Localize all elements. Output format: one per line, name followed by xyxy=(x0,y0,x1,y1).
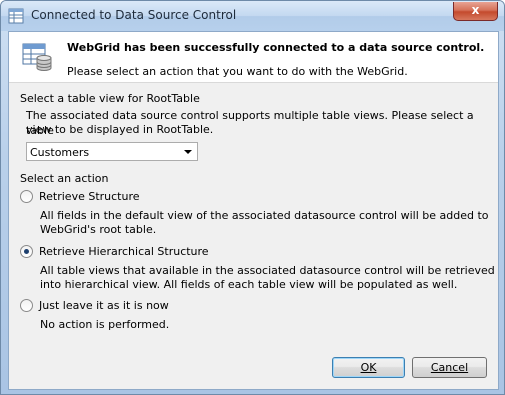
table-view-description-line2: view to be displayed in RootTable. xyxy=(26,123,214,136)
ok-button-label: OK xyxy=(360,361,377,374)
retrieve-structure-desc-line2: WebGrid's root table. xyxy=(40,223,157,236)
table-view-heading: Select a table view for RootTable xyxy=(20,92,200,105)
retrieve-hierarchical-desc-line2: into hierarchical view. All fields of ea… xyxy=(40,278,458,291)
radio-retrieve-hierarchical-structure[interactable] xyxy=(20,245,33,258)
cancel-button[interactable]: Cancel xyxy=(412,357,487,378)
table-view-dropdown[interactable]: Customers xyxy=(26,142,198,161)
radio-label-leave-as-is[interactable]: Just leave it as it is now xyxy=(39,299,169,312)
chevron-down-icon[interactable] xyxy=(184,150,192,154)
dialog-window: Connected to Data Source Control x WebGr… xyxy=(0,0,505,395)
app-icon xyxy=(8,8,24,24)
radio-retrieve-structure[interactable] xyxy=(20,190,33,203)
retrieve-structure-desc-line1: All fields in the default view of the as… xyxy=(40,209,489,222)
close-button[interactable]: x xyxy=(453,2,498,21)
ok-button[interactable]: OK xyxy=(332,357,405,378)
radio-selected-dot xyxy=(24,249,29,254)
database-table-icon xyxy=(22,43,52,71)
window-title: Connected to Data Source Control xyxy=(31,8,237,22)
actions-heading: Select an action xyxy=(20,172,109,185)
cancel-button-label: Cancel xyxy=(430,361,469,374)
title-bar[interactable]: Connected to Data Source Control x xyxy=(1,1,504,31)
leave-as-is-desc: No action is performed. xyxy=(40,318,170,331)
table-view-selected: Customers xyxy=(30,146,90,159)
radio-label-retrieve-hierarchical-structure[interactable]: Retrieve Hierarchical Structure xyxy=(39,245,209,258)
retrieve-hierarchical-desc-line1: All table views that available in the as… xyxy=(40,264,495,277)
header-banner: WebGrid has been successfully connected … xyxy=(9,32,498,83)
banner-subtitle: Please select an action that you want to… xyxy=(67,65,408,78)
banner-title: WebGrid has been successfully connected … xyxy=(67,41,485,54)
close-icon: x xyxy=(471,3,480,17)
radio-leave-as-is[interactable] xyxy=(20,299,33,312)
dialog-body: WebGrid has been successfully connected … xyxy=(8,31,499,390)
radio-label-retrieve-structure[interactable]: Retrieve Structure xyxy=(39,190,140,203)
